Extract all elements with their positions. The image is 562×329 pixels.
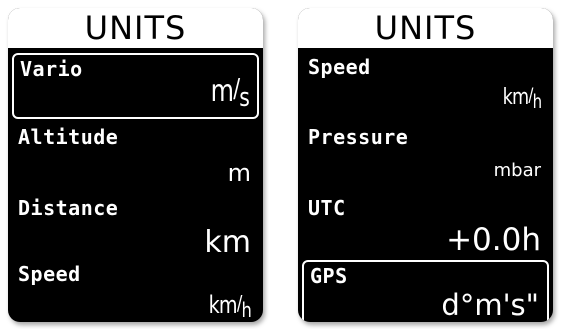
setting-label: Speed <box>308 55 371 79</box>
setting-value: m / s <box>201 74 250 113</box>
screen-title: UNITS <box>8 8 263 48</box>
unit-slash: / <box>233 74 240 105</box>
setting-label: Pressure <box>308 125 409 149</box>
unit-numerator: m <box>210 74 234 110</box>
setting-label: GPS <box>310 264 348 288</box>
units-screen-right: UNITS Speed km / h Pressure mbar UTC +0.… <box>298 8 553 322</box>
setting-label: Altitude <box>18 125 119 149</box>
setting-value: d°m's" <box>441 288 539 322</box>
setting-row-vario[interactable]: Vario m / s <box>12 53 259 119</box>
setting-value: km / h <box>198 290 252 322</box>
setting-label: UTC <box>308 196 346 220</box>
setting-value: km <box>204 225 251 260</box>
unit-numerator: km <box>208 290 238 319</box>
setting-row-gps[interactable]: GPS d°m's" <box>302 260 549 322</box>
setting-label: Distance <box>18 196 119 220</box>
setting-value: km / h <box>493 85 541 113</box>
setting-value: +0.0h <box>446 222 541 258</box>
setting-label: Speed <box>18 262 81 286</box>
unit-denominator: h <box>532 92 541 113</box>
setting-row-pressure[interactable]: Pressure mbar <box>302 123 549 189</box>
setting-row-speed[interactable]: Speed km / h <box>302 53 549 119</box>
setting-row-speed[interactable]: Speed km / h <box>12 260 259 322</box>
setting-row-distance[interactable]: Distance km <box>12 194 259 260</box>
unit-denominator: h <box>241 298 251 322</box>
units-screen-left: UNITS Vario m / s Altitude m Distance km… <box>8 8 263 322</box>
setting-row-altitude[interactable]: Altitude m <box>12 123 259 189</box>
setting-value: m <box>227 159 251 187</box>
setting-row-utc[interactable]: UTC +0.0h <box>302 194 549 260</box>
unit-denominator: s <box>239 83 250 113</box>
setting-value: mbar <box>493 160 541 181</box>
unit-numerator: km <box>502 85 529 111</box>
setting-label: Vario <box>20 57 83 81</box>
screen-title: UNITS <box>298 8 553 48</box>
